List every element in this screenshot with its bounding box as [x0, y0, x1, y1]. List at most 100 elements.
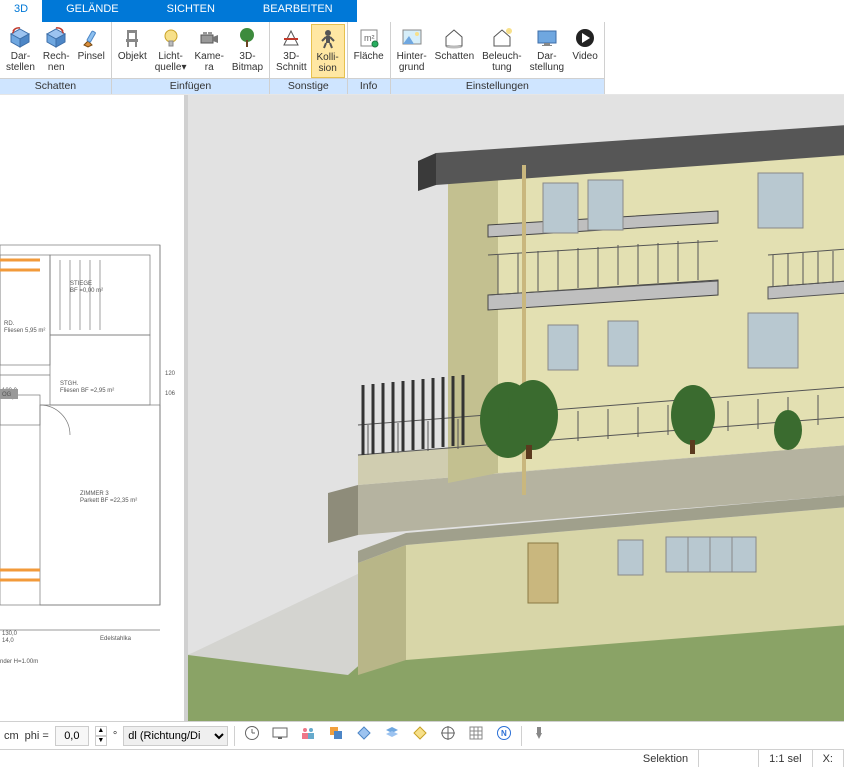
cube-ccw-icon — [8, 26, 32, 50]
kamera-label: Kame- ra — [194, 51, 223, 73]
beleuchtung-label: Beleuch- tung — [482, 51, 521, 73]
beleuchtung-button[interactable]: Beleuch- tung — [478, 24, 525, 78]
cube-cw-icon — [44, 26, 68, 50]
monitor-icon — [272, 725, 288, 746]
chair-icon — [120, 26, 144, 50]
hintergrund-button[interactable]: Hinter- grund — [393, 24, 431, 78]
tool-stack[interactable] — [381, 725, 403, 747]
house-light-icon — [490, 26, 514, 50]
status-scale: 1:1 sel — [759, 750, 812, 767]
direction-select[interactable]: dl (Richtung/Di — [123, 726, 228, 746]
dim-106: 106 — [165, 391, 176, 397]
kamera-button[interactable]: Kame- ra — [190, 24, 227, 78]
room-stiege-name: STIEGE — [70, 281, 92, 287]
note-edelstahl: Edelstahlka — [100, 636, 132, 642]
tab-3d[interactable]: 3D — [0, 0, 42, 22]
tool-n-circle[interactable]: N — [493, 725, 515, 747]
view-3d[interactable] — [188, 95, 844, 721]
tool-diamond-yellow[interactable] — [409, 725, 431, 747]
diamond2-icon — [412, 725, 428, 746]
hintergrund-label: Hinter- grund — [397, 51, 427, 73]
darstellen-label: Dar- stellen — [6, 51, 35, 73]
phi-input[interactable] — [55, 726, 89, 746]
target-icon — [440, 725, 456, 746]
north-icon: N — [496, 725, 512, 746]
dim-140: 14,0 — [2, 638, 14, 644]
dim-1300: 130,0 — [2, 631, 18, 637]
room-stgh-detail: Fliesen BF =2,95 m² — [60, 388, 114, 394]
pinsel-button[interactable]: Pinsel — [74, 24, 109, 78]
bg-icon — [400, 26, 424, 50]
person-icon — [316, 27, 340, 51]
tool-people[interactable] — [297, 725, 319, 747]
tab-gelaende[interactable]: GELÄNDE — [42, 0, 143, 22]
tool-target[interactable] — [437, 725, 459, 747]
status-bar: Selektion 1:1 sel X: — [0, 749, 844, 767]
group-label-schatten: Schatten — [0, 78, 111, 94]
video-button[interactable]: Video — [568, 24, 602, 78]
grid-icon — [468, 725, 484, 746]
ribbon-group-einfuegen: Objekt Licht- quelle▾ Kame- ra 3D- Bitma… — [112, 22, 270, 94]
brush-icon — [79, 26, 103, 50]
tool-clock[interactable] — [241, 725, 263, 747]
clock-icon — [244, 725, 260, 746]
tab-sichten[interactable]: SICHTEN — [143, 0, 239, 22]
phi-spinner[interactable]: ▲▼ — [95, 726, 107, 746]
plan-view-2d[interactable]: STIEGE BF =0,00 m² RD. Fliesen 5,95 m² S… — [0, 95, 188, 721]
tool-screen[interactable] — [269, 725, 291, 747]
stack-icon — [384, 725, 400, 746]
tool-grid[interactable] — [465, 725, 487, 747]
ribbon: Dar- stellen Rech- nen Pinsel Schatten O… — [0, 22, 844, 95]
group-label-einfuegen: Einfügen — [112, 78, 269, 94]
measure-icon: m² — [357, 26, 381, 50]
room-rd-name: RD. — [4, 321, 15, 327]
video-label: Video — [572, 51, 597, 62]
room-z3-name: ZIMMER 3 — [80, 491, 109, 497]
ribbon-group-sonstige: 3D- Schnitt Kolli- sion Sonstige — [270, 22, 348, 94]
tool-diamond-blue[interactable] — [353, 725, 375, 747]
unit-label: cm — [4, 730, 19, 742]
kollision-button[interactable]: Kolli- sion — [311, 24, 345, 78]
kollision-label: Kolli- sion — [317, 52, 339, 74]
room-z3-detail: Parkett BF =22,35 m² — [80, 498, 137, 504]
ribbon-group-info: m² Fläche Info — [348, 22, 391, 94]
flaeche-button[interactable]: m² Fläche — [350, 24, 388, 78]
schatten-button[interactable]: Schatten — [431, 24, 478, 78]
play-icon — [573, 26, 597, 50]
diamond-icon — [356, 725, 372, 746]
3d-bitmap-button[interactable]: 3D- Bitmap — [228, 24, 267, 78]
rechnen-button[interactable]: Rech- nen — [39, 24, 74, 78]
tab-bearbeiten[interactable]: BEARBEITEN — [239, 0, 357, 22]
3d-schnitt-label: 3D- Schnitt — [276, 51, 307, 73]
pin-icon — [531, 725, 547, 746]
lichtquelle-button[interactable]: Licht- quelle▾ — [151, 24, 191, 78]
objekt-label: Objekt — [118, 51, 147, 62]
users-icon — [300, 725, 316, 746]
3d-schnitt-button[interactable]: 3D- Schnitt — [272, 24, 311, 78]
note-og: OG — [2, 392, 12, 398]
bulb-icon — [159, 26, 183, 50]
status-selektion: Selektion — [633, 750, 699, 767]
darstellung-button[interactable]: Dar- stellung — [526, 24, 568, 78]
room-stiege-detail: BF =0,00 m² — [70, 288, 103, 294]
lichtquelle-label: Licht- quelle▾ — [155, 51, 187, 73]
tool-layers[interactable] — [325, 725, 347, 747]
bottom-toolstrip: cm phi = ▲▼ ° dl (Richtung/Di N — [0, 721, 844, 749]
svg-text:N: N — [501, 729, 507, 738]
darstellung-label: Dar- stellung — [530, 51, 564, 73]
menu-tabs: 3D GELÄNDE SICHTEN BEARBEITEN — [0, 0, 844, 22]
3d-bitmap-label: 3D- Bitmap — [232, 51, 263, 73]
note-h: nder H=1.00m — [0, 659, 38, 665]
house-shadow-icon — [442, 26, 466, 50]
rechnen-label: Rech- nen — [43, 51, 70, 73]
dim-120: 120 — [165, 371, 176, 377]
objekt-button[interactable]: Objekt — [114, 24, 151, 78]
camera-icon — [197, 26, 221, 50]
layers-icon — [328, 725, 344, 746]
pinsel-label: Pinsel — [78, 51, 105, 62]
ribbon-group-schatten: Dar- stellen Rech- nen Pinsel Schatten — [0, 22, 112, 94]
darstellen-button[interactable]: Dar- stellen — [2, 24, 39, 78]
room-stgh-name: STGH. — [60, 381, 79, 387]
room-rd-detail: Fliesen 5,95 m² — [4, 328, 45, 334]
tool-pin[interactable] — [528, 725, 550, 747]
